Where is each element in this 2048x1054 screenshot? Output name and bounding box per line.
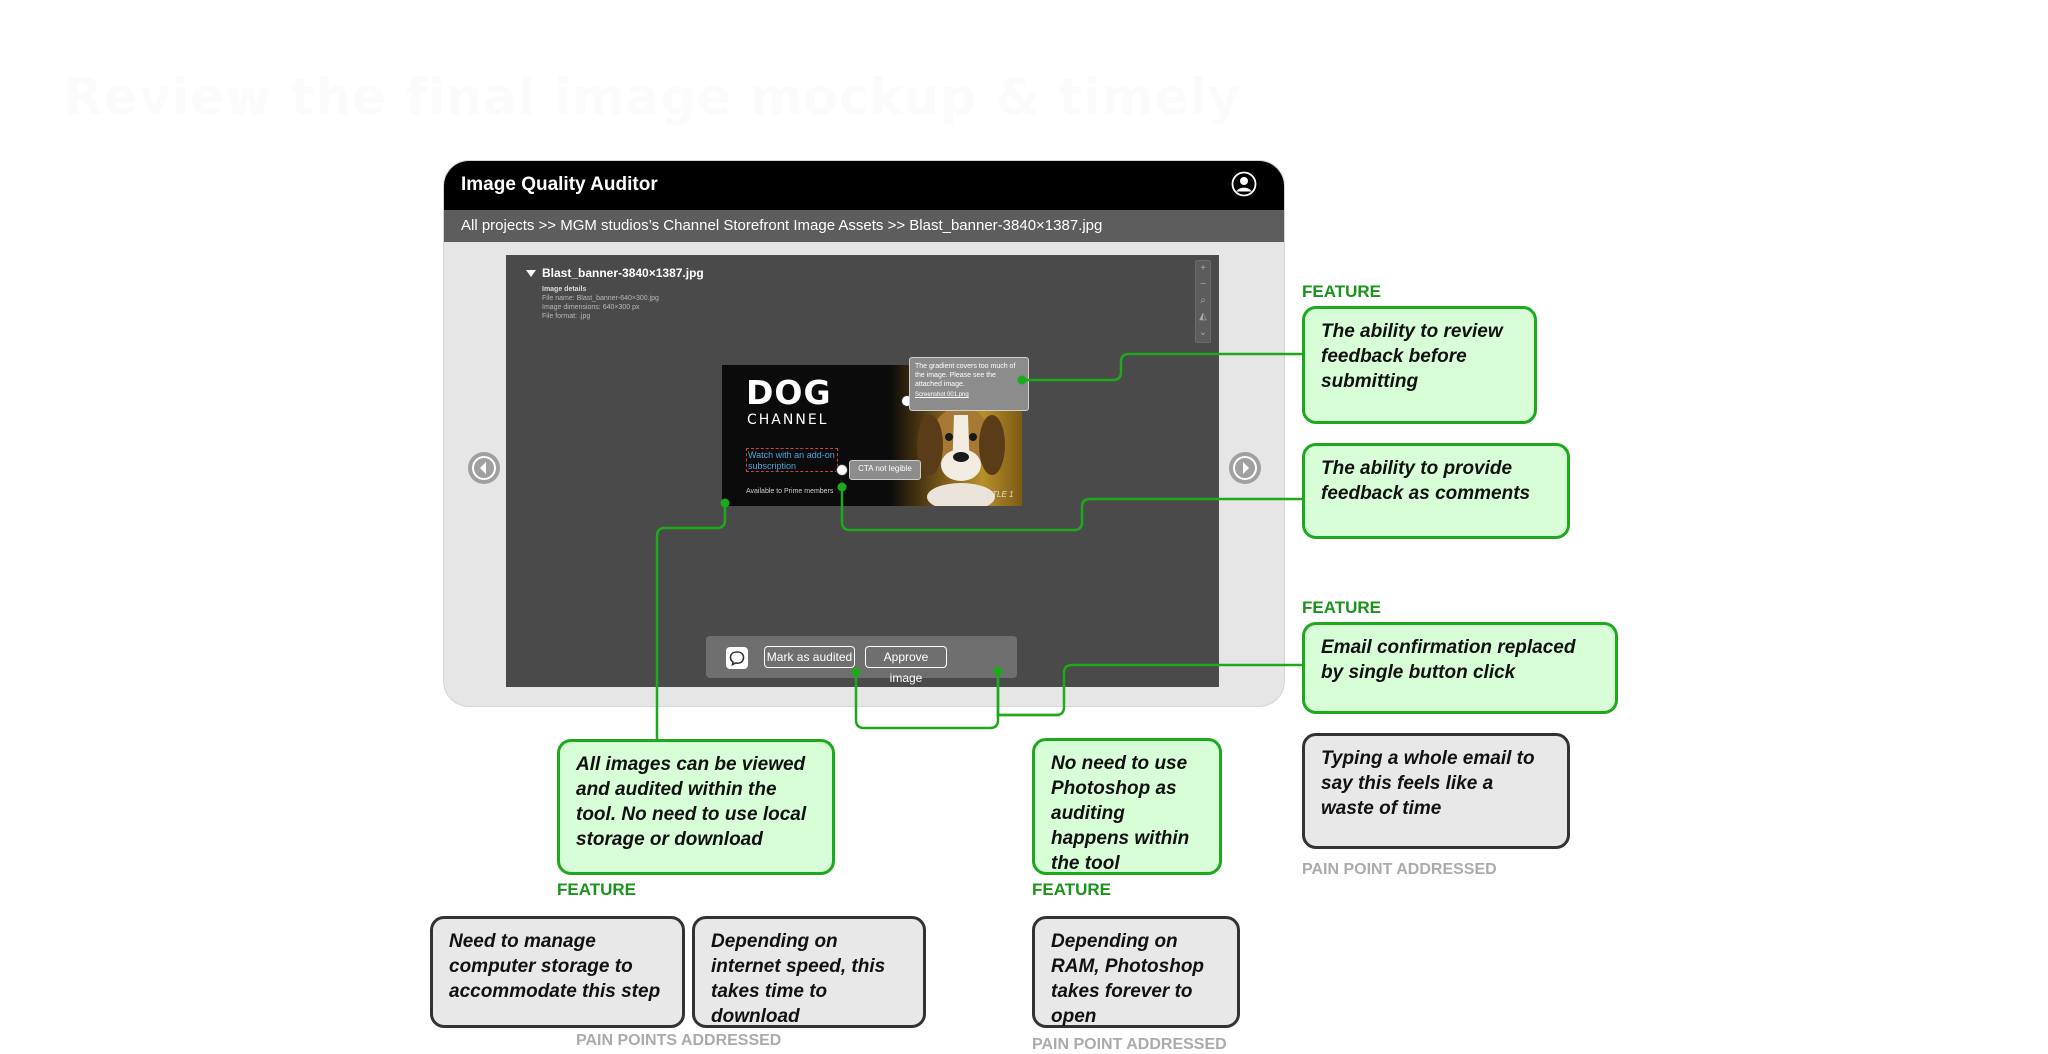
feature-label: FEATURE — [1302, 282, 1382, 301]
pain-point-label: PAIN POINT ADDRESSED — [1302, 861, 1497, 878]
connector-review-feedback — [1022, 352, 1304, 382]
pain-point-label: PAIN POINT ADDRESSED — [1032, 1036, 1227, 1053]
connector-dot — [1017, 375, 1027, 385]
feature-label: FEATURE — [557, 880, 637, 899]
connector-lines — [655, 352, 1304, 748]
connector-dot — [837, 482, 847, 492]
connector-dot — [720, 498, 730, 508]
connector-comments — [840, 487, 1304, 532]
feature-label: FEATURE — [1302, 598, 1382, 617]
pain-points-label: PAIN POINTS ADDRESSED — [576, 1032, 782, 1049]
pain-card-ram: Depending on RAM, Photoshop takes foreve… — [1032, 916, 1240, 1028]
pain-card-storage: Need to manage computer storage to accom… — [430, 916, 685, 1028]
connector-approve — [996, 663, 1304, 717]
feature-card-review-feedback: The ability to review feedback before su… — [1302, 306, 1537, 424]
pain-card-email: Typing a whole email to say this feels l… — [1302, 733, 1570, 849]
connector-mark-audited — [854, 671, 1000, 730]
feature-card-comments: The ability to provide feedback as comme… — [1302, 443, 1570, 539]
feature-card-no-photoshop: No need to use Photoshop as auditing hap… — [1032, 738, 1222, 875]
pain-card-internet: Depending on internet speed, this takes … — [692, 916, 926, 1028]
connector-view-in-tool — [655, 503, 727, 748]
feature-label: FEATURE — [1032, 880, 1112, 899]
feature-card-view-in-tool: All images can be viewed and audited wit… — [557, 739, 835, 875]
connector-dot — [993, 666, 1003, 676]
feature-card-email-replaced: Email confirmation replaced by single bu… — [1302, 622, 1618, 714]
connector-dot — [851, 667, 861, 677]
